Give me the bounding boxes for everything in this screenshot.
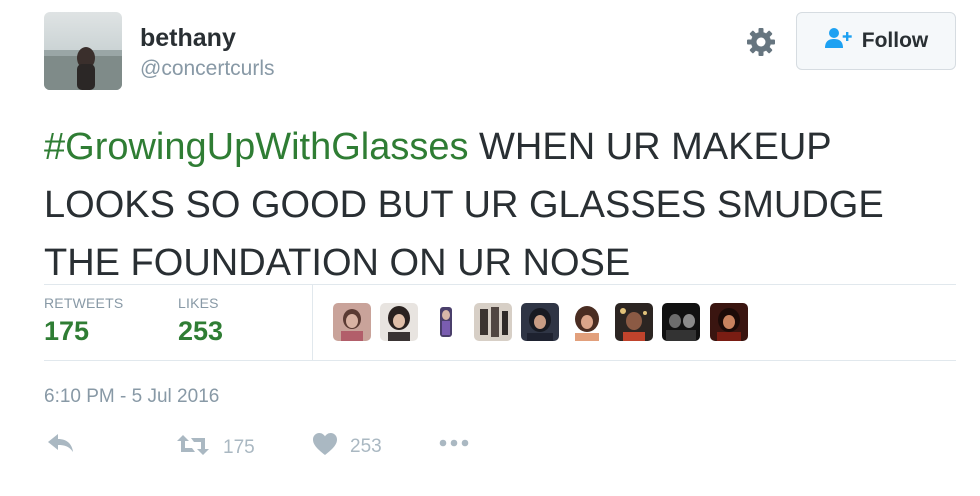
liker-avatar[interactable] [380,303,418,341]
follow-button[interactable]: Follow [796,12,956,70]
reply-icon [46,432,76,460]
person-plus-icon [824,27,854,55]
user-handle[interactable]: @concertcurls [140,57,275,81]
divider [44,360,956,361]
liker-avatar[interactable] [710,303,748,341]
like-button[interactable]: 253 [312,432,382,462]
likes-label: LIKES [178,295,219,311]
likes-count[interactable]: 253 [178,316,223,347]
retweets-label: RETWEETS [44,295,124,311]
retweet-icon [175,432,211,464]
retweet-button[interactable]: 175 [175,432,255,464]
user-avatar[interactable] [44,12,122,90]
liker-avatar[interactable] [568,303,606,341]
retweets-count[interactable]: 175 [44,316,89,347]
divider [312,285,313,360]
more-dots-icon [438,432,470,454]
liker-avatar[interactable] [521,303,559,341]
hashtag-link[interactable]: #GrowingUpWithGlasses [44,126,468,168]
tweet-text: #GrowingUpWithGlasses WHEN UR MAKEUP LOO… [44,118,964,292]
user-display-name[interactable]: bethany [140,24,236,53]
tweet-timestamp[interactable]: 6:10 PM - 5 Jul 2016 [44,386,219,408]
reply-button[interactable] [46,432,76,460]
liker-avatar[interactable] [427,303,465,341]
liker-avatar[interactable] [333,303,371,341]
retweet-count: 175 [223,437,255,458]
liker-avatar[interactable] [662,303,700,341]
like-count: 253 [350,436,382,457]
gear-icon[interactable] [744,25,778,59]
liker-avatar[interactable] [474,303,512,341]
liker-avatar[interactable] [615,303,653,341]
divider [44,284,956,285]
follow-button-label: Follow [861,29,929,52]
more-button[interactable] [438,432,470,454]
heart-icon [312,432,338,462]
